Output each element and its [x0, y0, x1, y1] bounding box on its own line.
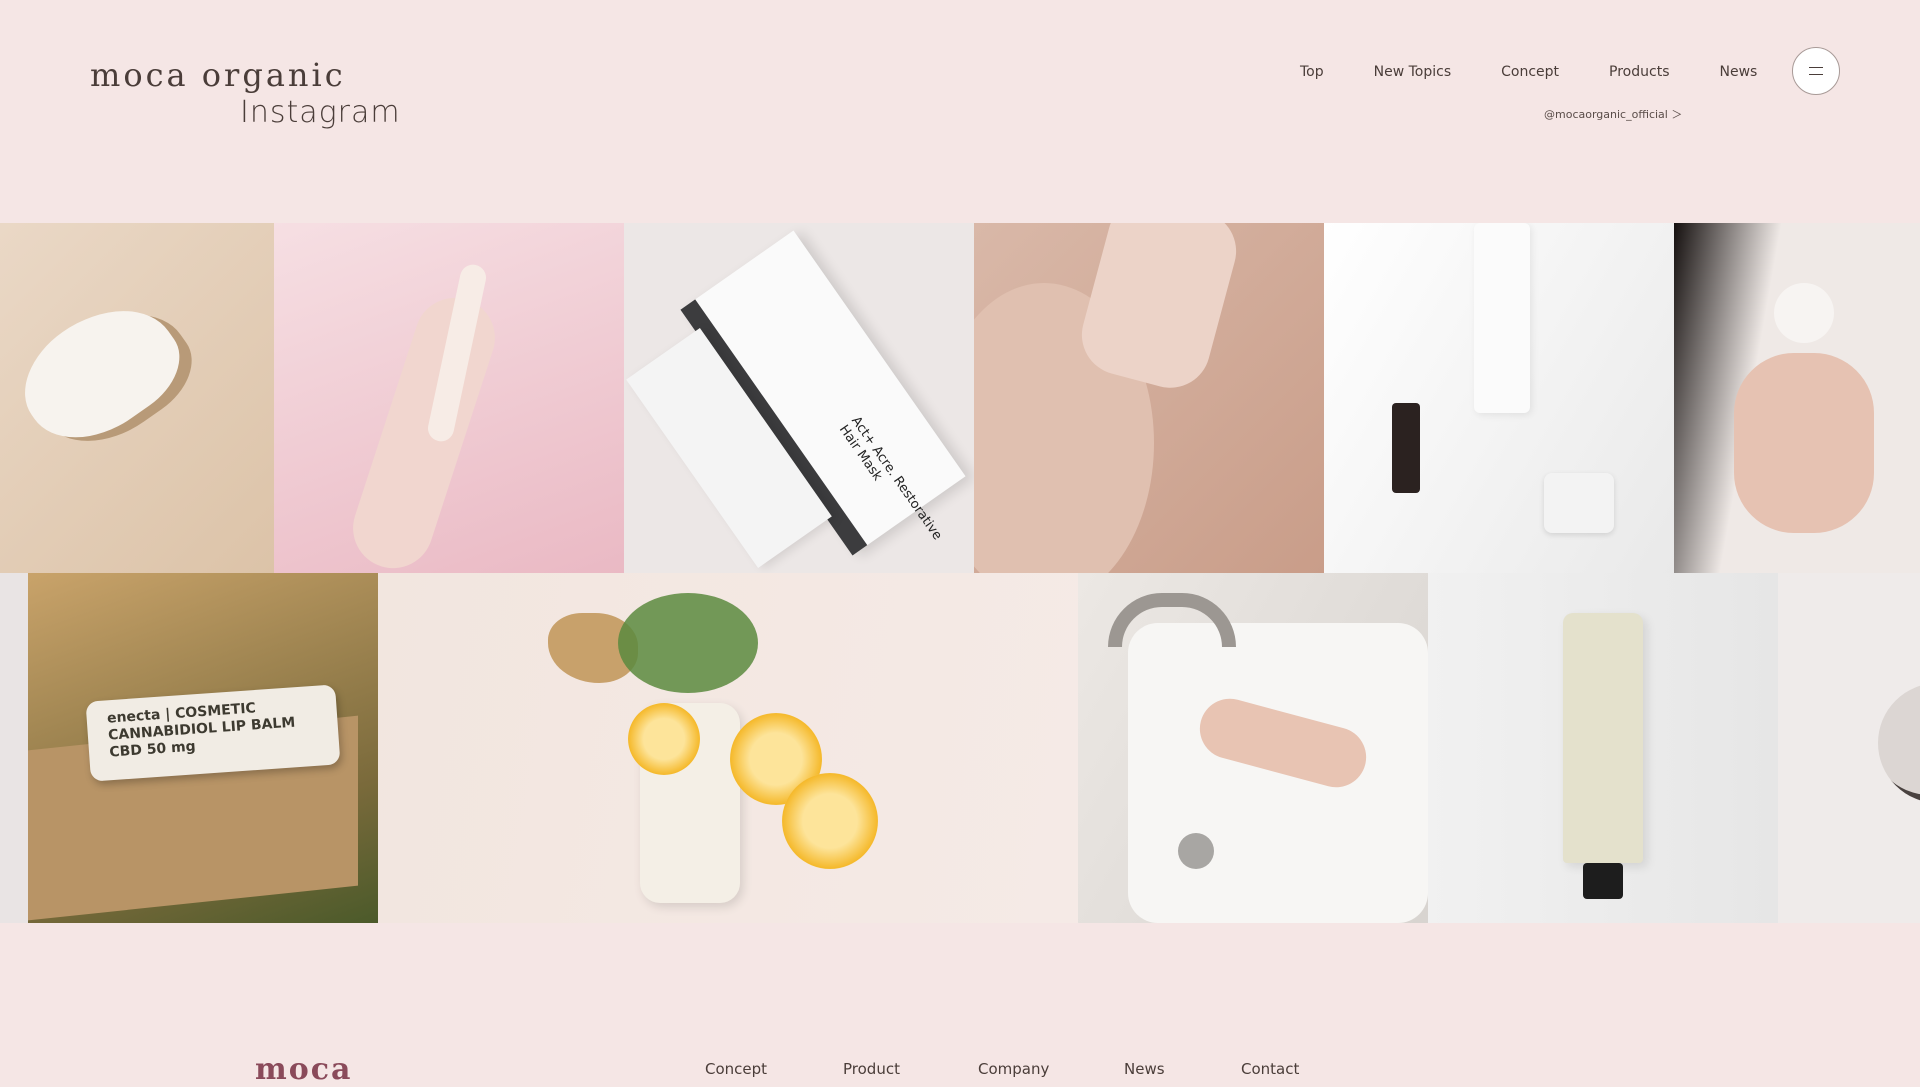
photo-act-acre-tubes[interactable]: Act+ Acre. Restorative Hair Mask [624, 223, 974, 573]
instagram-handle-link[interactable]: @mocaorganic_official ＞ [1544, 106, 1682, 122]
page-title: Instagram [240, 95, 401, 130]
photo-hand-washing[interactable] [1078, 573, 1428, 923]
main-nav: Top New Topics Concept Products News [1300, 64, 1807, 80]
nav-products[interactable]: Products [1609, 64, 1669, 80]
photo-cream-tube[interactable] [1428, 573, 1778, 923]
photo-serum-bottles[interactable] [1324, 223, 1674, 573]
nav-top[interactable]: Top [1300, 64, 1324, 80]
footer-brand-logo[interactable]: moca [255, 1052, 352, 1087]
photo-ginger-lemon-bottle[interactable] [378, 573, 1078, 923]
brand-logo[interactable]: moca organic [90, 56, 346, 94]
footer-link-contact[interactable]: Contact [1241, 1060, 1299, 1078]
nav-concept[interactable]: Concept [1501, 64, 1559, 80]
menu-button[interactable] [1792, 47, 1840, 95]
photo-hand-with-lotion[interactable] [274, 223, 624, 573]
photo-edge-left[interactable] [0, 573, 28, 923]
instagram-gallery: Act+ Acre. Restorative Hair Mask enecta … [0, 223, 1920, 923]
photo-pump-lotion-hands[interactable] [1674, 223, 1920, 573]
footer-link-company[interactable]: Company [978, 1060, 1049, 1078]
footer-link-news[interactable]: News [1124, 1060, 1165, 1078]
photo-neck-touch[interactable] [974, 223, 1324, 573]
photo-partial-cream[interactable] [1778, 573, 1920, 923]
photo-cream-smear[interactable] [0, 223, 274, 573]
nav-new-topics[interactable]: New Topics [1374, 64, 1452, 80]
footer-link-product[interactable]: Product [843, 1060, 900, 1078]
nav-news[interactable]: News [1719, 64, 1757, 80]
footer-link-concept[interactable]: Concept [705, 1060, 767, 1078]
hamburger-icon [1809, 67, 1823, 75]
photo-lip-balm[interactable]: enecta | COSMETIC CANNABIDIOL LIP BALM C… [28, 573, 378, 923]
